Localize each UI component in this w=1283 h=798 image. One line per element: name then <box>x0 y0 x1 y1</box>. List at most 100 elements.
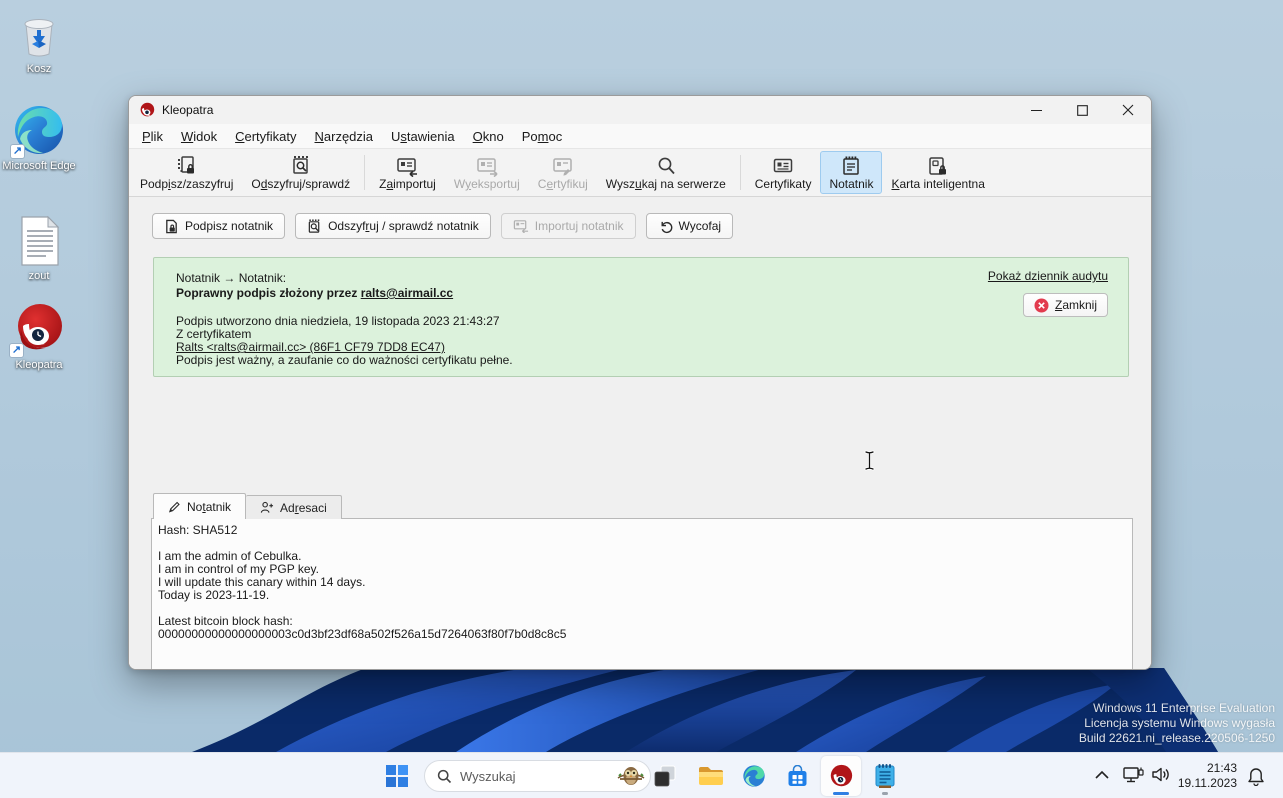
desktop-icon-zout[interactable]: zout <box>0 215 78 283</box>
tab-adresaci[interactable]: Adresaci <box>246 495 342 519</box>
edge-icon <box>742 764 766 788</box>
network-icon[interactable] <box>1123 766 1145 784</box>
toolbar-certify[interactable]: Certyfikuj <box>529 151 597 194</box>
audit-log-link[interactable]: Pokaż dziennik audytu <box>988 270 1108 283</box>
result-validity: Podpis jest ważny, a zaufanie co do ważn… <box>176 354 1114 367</box>
minimize-button[interactable] <box>1013 96 1059 124</box>
menu-ustawienia[interactable]: Ustawienia <box>382 126 464 147</box>
hidden-icons-chevron-icon[interactable] <box>1095 770 1109 779</box>
running-indicator <box>833 792 849 795</box>
desktop-icon-edge[interactable]: ↗ Microsoft Edge <box>0 103 78 173</box>
file-explorer-icon <box>698 765 724 787</box>
kleopatra-icon <box>828 763 854 789</box>
titlebar[interactable]: Kleopatra <box>129 96 1151 124</box>
tray-date: 19.11.2023 <box>1178 776 1237 791</box>
kleopatra-taskbar-button[interactable] <box>821 756 861 796</box>
search-input[interactable] <box>460 769 616 784</box>
import-icon <box>513 219 529 233</box>
sign-encrypt-icon <box>175 155 199 177</box>
close-button[interactable] <box>1105 96 1151 124</box>
menu-okno[interactable]: Okno <box>464 126 513 147</box>
close-circle-icon <box>1034 298 1049 313</box>
task-view-button[interactable] <box>645 756 685 796</box>
toolbar-separator <box>364 155 365 190</box>
tab-notatnik[interactable]: Notatnik <box>153 493 246 519</box>
result-header: Notatnik → Notatnik: <box>176 272 1114 285</box>
desktop-icon-kosz[interactable]: Kosz <box>0 10 78 76</box>
notepad-taskbar-button[interactable] <box>865 756 905 796</box>
result-created: Podpis utworzono dnia niedziela, 19 list… <box>176 315 1114 328</box>
kleopatra-window-icon <box>139 102 155 118</box>
kleopatra-icon: ↗ <box>11 300 67 356</box>
certificate-link[interactable]: Ralts <ralts@airmail.cc> (86F1 CF79 7DD8… <box>176 340 445 354</box>
recycle-bin-icon <box>14 10 64 60</box>
import-certificate-icon <box>395 155 419 177</box>
menu-widok[interactable]: Widok <box>172 126 226 147</box>
taskbar: 21:43 19.11.2023 <box>0 752 1283 798</box>
menu-certyfikaty[interactable]: Certyfikaty <box>226 126 305 147</box>
toolbar-export[interactable]: Wyeksportuj <box>445 151 529 194</box>
start-button[interactable] <box>377 756 417 796</box>
decrypt-verify-icon <box>289 155 313 177</box>
desktop-icon-label: Microsoft Edge <box>0 160 78 173</box>
menu-pomoc[interactable]: Pomoc <box>513 126 571 147</box>
menu-narzedzia[interactable]: Narzędzia <box>306 126 383 147</box>
menu-plik[interactable]: Plik <box>133 126 172 147</box>
window-title: Kleopatra <box>162 103 213 117</box>
desktop-icon-label: Kosz <box>0 63 78 76</box>
desktop-icon-kleopatra[interactable]: ↗ Kleopatra <box>0 300 78 372</box>
sign-icon <box>164 219 179 234</box>
toolbar-notepad[interactable]: Notatnik <box>820 151 882 194</box>
result-verdict: Poprawny podpis złożony przez ralts@airm… <box>176 287 1114 300</box>
notepad-editor[interactable]: Hash: SHA512 I am the admin of Cebulka. … <box>151 518 1133 670</box>
toolbar-lookup-server[interactable]: Wyszukaj na serwerze <box>597 151 735 194</box>
toolbar-separator <box>740 155 741 190</box>
signature-result-panel: Notatnik → Notatnik: Poprawny podpis zło… <box>153 257 1129 377</box>
tray-time: 21:43 <box>1178 761 1237 776</box>
edge-icon: ↗ <box>12 103 66 157</box>
search-highlight-owl-icon <box>616 762 646 790</box>
windows-watermark: Windows 11 Enterprise Evaluation Licencj… <box>1079 701 1275 746</box>
wallpaper-bloom <box>156 668 1218 752</box>
certificates-icon <box>771 155 795 177</box>
shortcut-arrow-icon: ↗ <box>9 343 24 358</box>
import-notepad-button[interactable]: Importuj notatnik <box>501 213 636 239</box>
signer-email-link[interactable]: ralts@airmail.cc <box>361 286 453 300</box>
toolbar-import[interactable]: Zaimportuj <box>370 151 445 194</box>
search-icon <box>437 769 452 784</box>
notepad-tabs: Notatnik Adresaci <box>153 493 342 519</box>
toolbar-decrypt-verify[interactable]: Odszyfruj/sprawdź <box>242 151 359 194</box>
add-recipient-icon <box>260 501 274 514</box>
file-explorer-button[interactable] <box>691 756 731 796</box>
notifications-bell-icon[interactable] <box>1247 767 1265 786</box>
notepad-view: Podpisz notatnik Odszyfruj / sprawdź not… <box>129 197 1151 669</box>
volume-icon[interactable] <box>1151 766 1171 783</box>
edge-taskbar-button[interactable] <box>734 756 774 796</box>
toolbar: Podpisz/zaszyfruj Odszyfruj/sprawdź Zaim… <box>129 149 1151 197</box>
decrypt-verify-notepad-button[interactable]: Odszyfruj / sprawdź notatnik <box>295 213 491 239</box>
notepad-app-icon <box>873 763 897 789</box>
maximize-button[interactable] <box>1059 96 1105 124</box>
task-view-icon <box>654 765 676 787</box>
lookup-server-icon <box>654 155 678 177</box>
toolbar-certificates[interactable]: Certyfikaty <box>746 151 821 194</box>
running-indicator <box>882 792 888 795</box>
sign-notepad-button[interactable]: Podpisz notatnik <box>152 213 285 239</box>
pencil-icon <box>168 500 181 513</box>
kleopatra-window: Kleopatra Plik Widok Certyfikaty Narzędz… <box>128 95 1152 670</box>
smartcard-icon <box>926 155 950 177</box>
mouse-ibeam-cursor <box>863 450 876 471</box>
start-icon <box>386 765 408 787</box>
decrypt-verify-icon <box>307 219 322 234</box>
toolbar-smartcard[interactable]: Karta inteligentna <box>882 151 993 194</box>
store-icon <box>786 765 809 788</box>
tray-clock[interactable]: 21:43 19.11.2023 <box>1178 761 1237 791</box>
shortcut-arrow-icon: ↗ <box>10 144 25 159</box>
menu-bar: Plik Widok Certyfikaty Narzędzia Ustawie… <box>129 124 1151 149</box>
taskbar-search[interactable] <box>424 760 651 792</box>
store-button[interactable] <box>777 756 817 796</box>
notepad-actions: Podpisz notatnik Odszyfruj / sprawdź not… <box>152 213 733 239</box>
toolbar-sign-encrypt[interactable]: Podpisz/zaszyfruj <box>131 151 242 194</box>
close-result-button[interactable]: Zamknij <box>1023 293 1108 317</box>
revert-button[interactable]: Wycofaj <box>646 213 734 239</box>
